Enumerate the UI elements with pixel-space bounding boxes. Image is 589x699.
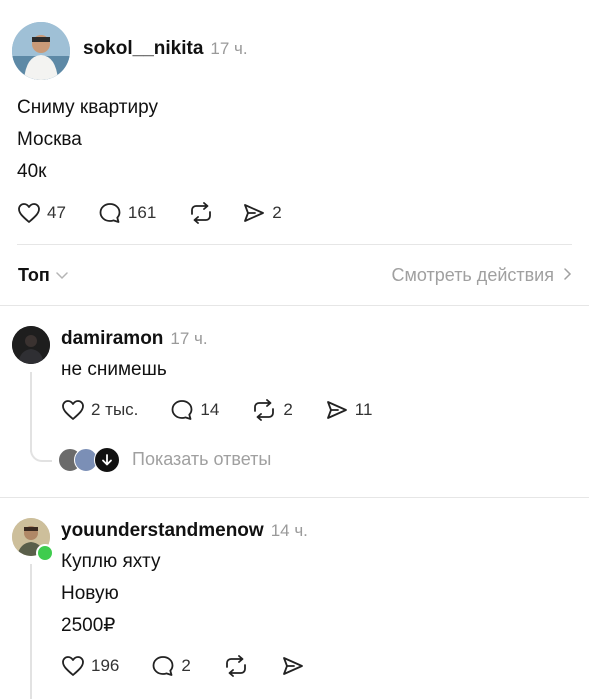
reply-count: 14 [200, 400, 220, 419]
comment-body: Куплю яхту Новую 2500₽ [61, 546, 160, 642]
divider [0, 497, 589, 498]
share-count: 11 [354, 400, 373, 419]
online-status-badge [36, 544, 54, 562]
thread-connector [30, 450, 52, 462]
repost-button[interactable] [188, 202, 214, 224]
share-count: 2 [272, 203, 282, 222]
repost-icon [251, 399, 277, 421]
like-button[interactable]: 196 [61, 655, 119, 677]
repost-icon [223, 655, 249, 677]
reply-button[interactable]: 161 [98, 202, 156, 224]
comment-line: 2500₽ [61, 615, 116, 636]
comment-actions: 196 2 [61, 655, 335, 677]
like-count: 2 тыс. [91, 400, 139, 419]
thread-line [30, 372, 32, 452]
divider [0, 305, 589, 306]
comment-actions: 2 тыс. 14 2 11 [61, 399, 402, 421]
like-button[interactable]: 2 тыс. [61, 399, 138, 421]
heart-icon [61, 655, 85, 677]
chevron-down-icon [55, 267, 68, 285]
username[interactable]: youunderstandmenow [61, 520, 264, 541]
sort-label: Топ [18, 265, 50, 285]
show-replies[interactable]: Показать ответы [58, 447, 272, 473]
thread-line [30, 564, 32, 699]
like-count: 196 [91, 656, 120, 675]
username[interactable]: damiramon [61, 328, 163, 349]
divider [17, 244, 572, 245]
comment-header: damiramon 17 ч. [61, 328, 208, 350]
reply-button[interactable]: 14 [170, 399, 219, 421]
username[interactable]: sokol__nikita [83, 38, 203, 59]
post-body: Сниму квартиру Москва 40к [17, 92, 158, 188]
share-button[interactable]: 11 [325, 399, 373, 421]
sort-dropdown[interactable]: Топ [18, 265, 68, 286]
arrow-down-icon [94, 447, 120, 473]
repost-icon [188, 202, 214, 224]
chevron-right-icon [564, 267, 572, 285]
repost-button[interactable]: 2 [251, 399, 293, 421]
repost-count: 2 [283, 400, 293, 419]
share-button[interactable]: 2 [242, 202, 282, 224]
post-line: Москва [17, 129, 82, 150]
comment-body: не снимешь [61, 354, 167, 386]
send-icon [242, 202, 266, 224]
send-icon [325, 399, 349, 421]
repost-button[interactable] [223, 655, 249, 677]
view-activity-label: Смотреть действия [391, 265, 554, 285]
post-line: 40к [17, 161, 47, 182]
timestamp: 14 ч. [270, 521, 308, 540]
avatar[interactable] [12, 22, 70, 80]
show-replies-label: Показать ответы [132, 448, 272, 469]
comment-line: Куплю яхту [61, 551, 161, 572]
comment-icon [170, 399, 194, 421]
avatar[interactable] [12, 326, 50, 364]
reply-avatars [58, 447, 120, 473]
comment-icon [98, 202, 122, 224]
post-line: Сниму квартиру [17, 97, 158, 118]
send-icon [281, 655, 305, 677]
timestamp: 17 ч. [210, 39, 248, 58]
timestamp: 17 ч. [170, 329, 208, 348]
view-activity-link[interactable]: Смотреть действия [392, 265, 572, 286]
like-button[interactable]: 47 [17, 202, 66, 224]
post-header: sokol__nikita 17 ч. [83, 38, 248, 60]
comment-icon [151, 655, 175, 677]
like-count: 47 [47, 203, 66, 222]
comment-header: youunderstandmenow 14 ч. [61, 520, 308, 542]
comment-line: не снимешь [61, 359, 167, 380]
comment-line: Новую [61, 583, 119, 604]
heart-icon [17, 202, 41, 224]
share-button[interactable] [281, 655, 305, 677]
post-actions: 47 161 2 [17, 202, 312, 224]
reply-button[interactable]: 2 [151, 655, 191, 677]
reply-count: 161 [127, 203, 157, 222]
reply-count: 2 [181, 656, 191, 675]
heart-icon [61, 399, 85, 421]
